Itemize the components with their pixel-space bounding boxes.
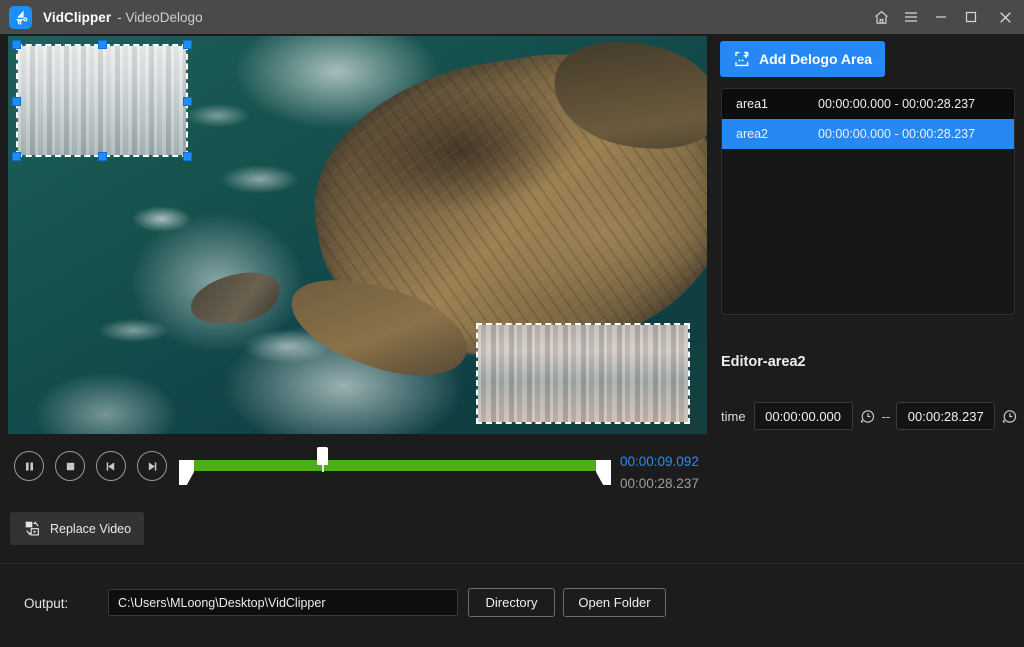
delogo-region-area1[interactable] bbox=[16, 44, 188, 157]
area-name: area2 bbox=[722, 127, 818, 141]
delogo-area-list[interactable]: area1 00:00:00.000 - 00:00:28.237 area2 … bbox=[721, 88, 1015, 315]
playhead-handle[interactable] bbox=[317, 447, 328, 465]
replace-video-icon bbox=[24, 520, 41, 537]
hamburger-menu-icon[interactable] bbox=[896, 0, 926, 34]
close-icon[interactable] bbox=[986, 0, 1024, 34]
blur-fill bbox=[18, 46, 186, 155]
directory-button[interactable]: Directory bbox=[468, 588, 555, 617]
output-path-input[interactable] bbox=[108, 589, 458, 616]
window-controls bbox=[866, 0, 1024, 34]
resize-handle-se[interactable] bbox=[183, 152, 192, 161]
editor-section-title: Editor-area2 bbox=[721, 354, 806, 370]
previous-frame-icon[interactable] bbox=[96, 451, 126, 481]
resize-handle-sw[interactable] bbox=[12, 152, 21, 161]
video-preview[interactable] bbox=[8, 36, 707, 434]
output-label: Output: bbox=[24, 596, 68, 611]
resize-handle-ne[interactable] bbox=[183, 40, 192, 49]
vidclipper-window: VidClipper - VideoDelogo bbox=[0, 0, 1024, 647]
area-list-item-selected[interactable]: area2 00:00:00.000 - 00:00:28.237 bbox=[722, 119, 1014, 149]
resize-handle-s[interactable] bbox=[98, 152, 107, 161]
open-folder-button[interactable]: Open Folder bbox=[563, 588, 666, 617]
area-name: area1 bbox=[722, 97, 818, 111]
total-duration-label: 00:00:28.237 bbox=[620, 473, 715, 495]
area-time-range: 00:00:00.000 - 00:00:28.237 bbox=[818, 127, 1014, 141]
area-time-range: 00:00:00.000 - 00:00:28.237 bbox=[818, 97, 1014, 111]
maximize-icon[interactable] bbox=[956, 0, 986, 34]
app-title: VidClipper bbox=[43, 10, 111, 25]
area-list-item[interactable]: area1 00:00:00.000 - 00:00:28.237 bbox=[722, 89, 1014, 119]
trim-end-handle[interactable] bbox=[596, 460, 611, 485]
reset-end-time-icon[interactable] bbox=[1001, 408, 1018, 425]
add-delogo-area-label: Add Delogo Area bbox=[759, 51, 872, 67]
timeline-track[interactable] bbox=[178, 443, 618, 497]
resize-handle-e[interactable] bbox=[183, 97, 192, 106]
add-area-icon bbox=[733, 50, 751, 68]
resize-handle-nw[interactable] bbox=[12, 40, 21, 49]
pause-icon[interactable] bbox=[14, 451, 44, 481]
output-bar: Output: Directory Open Folder Export vid… bbox=[0, 563, 1024, 647]
blur-fill bbox=[478, 325, 688, 422]
timeline-selection-range bbox=[186, 460, 604, 471]
time-field-label: time bbox=[721, 409, 746, 424]
minimize-icon[interactable] bbox=[926, 0, 956, 34]
resize-handle-w[interactable] bbox=[12, 97, 21, 106]
title-bar: VidClipper - VideoDelogo bbox=[0, 0, 1024, 34]
start-time-input[interactable] bbox=[754, 402, 853, 430]
replace-video-label: Replace Video bbox=[50, 522, 131, 536]
replace-video-button[interactable]: Replace Video bbox=[10, 512, 144, 545]
end-time-input[interactable] bbox=[896, 402, 995, 430]
time-range-separator: -- bbox=[882, 409, 891, 424]
reset-start-time-icon[interactable] bbox=[859, 408, 876, 425]
time-range-editor: time -- bbox=[721, 402, 1022, 430]
resize-handle-n[interactable] bbox=[98, 40, 107, 49]
home-icon[interactable] bbox=[866, 0, 896, 34]
next-frame-icon[interactable] bbox=[137, 451, 167, 481]
stop-icon[interactable] bbox=[55, 451, 85, 481]
clipper-logo-icon bbox=[9, 6, 32, 29]
delogo-side-panel: Add Delogo Area Empty area1 00:00:00.000… bbox=[715, 36, 1024, 556]
add-delogo-area-button[interactable]: Add Delogo Area bbox=[720, 41, 885, 77]
time-readout: 00:00:09.092 00:00:28.237 bbox=[620, 451, 715, 495]
current-time-label: 00:00:09.092 bbox=[620, 451, 715, 473]
delogo-region-area2[interactable] bbox=[476, 323, 690, 424]
trim-start-handle[interactable] bbox=[179, 460, 194, 485]
app-mode-label: - VideoDelogo bbox=[117, 10, 202, 25]
transport-bar: 00:00:09.092 00:00:28.237 bbox=[8, 443, 707, 497]
